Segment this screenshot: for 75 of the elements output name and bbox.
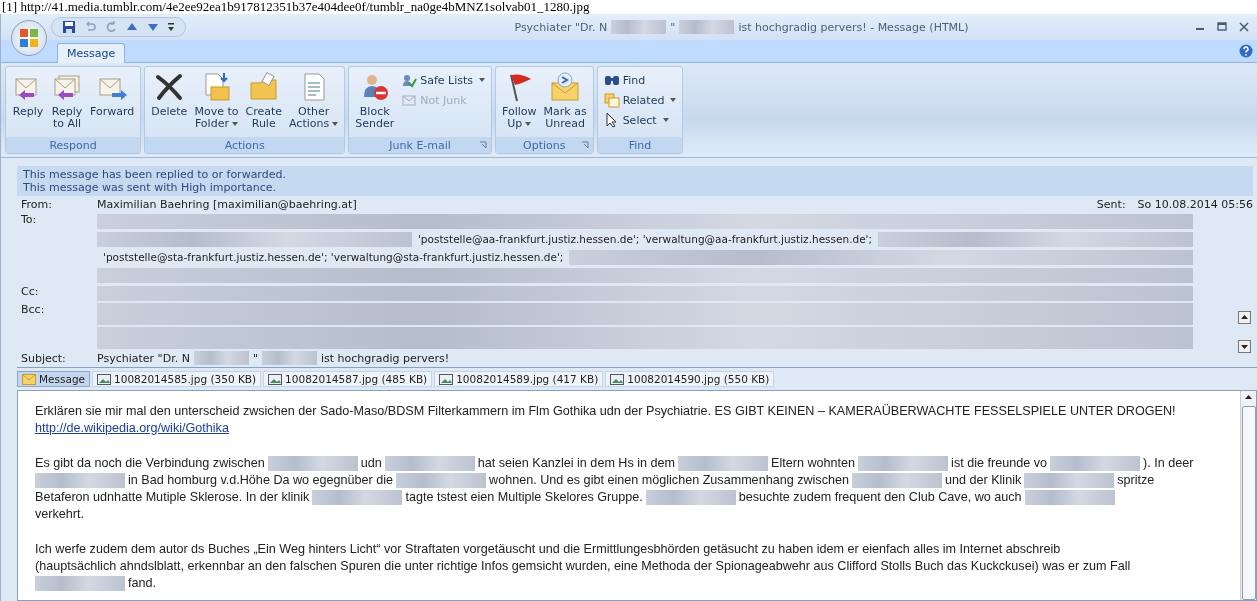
group-label: Actions — [224, 138, 265, 152]
group-label: Find — [628, 138, 652, 152]
body-text: hat seien Kanzlei in dem Hs in dem — [477, 455, 676, 472]
field-label: Sent: — [1096, 198, 1126, 211]
body-text: Es gibt da noch die Verbindung zwischen — [35, 455, 265, 472]
ribbon-button[interactable]: Move to Folder — [191, 69, 242, 135]
attachment-tab[interactable]: 10082014587.jpg (485 KB) — [263, 371, 433, 387]
body-text: ist die freunde vo — [951, 455, 1047, 472]
ribbon-button[interactable]: Find — [600, 71, 680, 89]
scrollbar[interactable] — [1240, 391, 1256, 600]
scroll-up-icon[interactable] — [1238, 311, 1251, 324]
field-label: Bcc: — [21, 303, 46, 316]
body-text: tagte tstest eien Multiple Skelores Gruppe. — [405, 489, 643, 506]
body-text: fand. — [128, 575, 156, 592]
body-text: spritze — [1117, 472, 1155, 489]
attachment-tab[interactable]: 10082014585.jpg (350 KB) — [92, 371, 262, 387]
ribbon-button[interactable]: Safe Lists — [398, 71, 489, 89]
ribbon-button[interactable]: Select — [600, 111, 680, 129]
image-file-icon — [610, 373, 625, 385]
field-label: Cc: — [21, 285, 40, 298]
field-label: Subject: — [21, 351, 67, 365]
body-text: Eltern wohnten — [771, 455, 856, 472]
ribbon-button[interactable]: Follow Up — [499, 69, 540, 135]
dialog-launcher-icon[interactable] — [479, 141, 488, 149]
help-icon[interactable] — [1239, 44, 1253, 58]
body-text: udn — [360, 455, 382, 472]
ribbon-button[interactable]: Block Sender — [352, 69, 398, 135]
body-text: ). In deer — [1143, 455, 1194, 472]
group-label: Options — [523, 138, 566, 152]
group-label: Respond — [49, 138, 97, 152]
field-label: From: — [21, 198, 53, 211]
body-text: und der Klinik — [944, 472, 1022, 489]
group-label: Junk E-mail — [389, 138, 451, 152]
body-text: Ich werfe zudem dem autor ds Buches „Ein Weg hinters Licht“ vor Straftaten vorgetäuscht und die Ermittlungesbhörden getäsucht zu haben idem er eienfach alles im Internet abschreib — [35, 541, 1061, 558]
sent-value: So 10.08.2014 05:56 — [1137, 198, 1253, 211]
body-text: Betaferon udnhatte Mutiple Sklerose. In der klinik — [35, 489, 310, 506]
attachment-tab[interactable]: 10082014590.jpg (550 KB) — [605, 371, 775, 387]
body-text: in Bad homburg v.d.Höhe Da wo egegnüber die — [128, 472, 394, 489]
maximize-icon[interactable] — [1217, 22, 1227, 32]
subject-value: Psychiater "Dr. N " ist hochgradig pervers! — [97, 351, 450, 365]
body-text: Erklären sie mir mal den unterscheid zwsichen der Sado-Maso/BDSM Filterkammern im Flm Gothika udn der Psychiatrie. ES GIBT KEINEN – KAMERAÜBERWACHTE FESSELSPIELE UNTER DROGEN! — [35, 403, 1176, 420]
recipient-address: 'poststelle@sta-frankfurt.justiz.hessen.de'; 'verwaltung@sta-frankfurt.justiz.hessen.de'; — [102, 251, 565, 263]
save-icon[interactable] — [62, 20, 76, 34]
image-file-icon — [97, 373, 112, 385]
dialog-launcher-icon[interactable] — [580, 141, 589, 149]
attachment-tab[interactable]: 10082014589.jpg (417 KB) — [434, 371, 604, 387]
link[interactable]: http://de.wikipedia.org/wiki/Gothika — [35, 420, 229, 437]
ribbon-tab[interactable]: Message — [57, 43, 126, 63]
body-text: besuchte zudem frequent den Club Cave, wo auch — [738, 489, 1022, 506]
logo — [18, 27, 40, 49]
body-text: verkehrt. — [35, 506, 84, 523]
from-value: Maximilian Baehring [maximilian@baehring.at] — [97, 198, 357, 211]
ribbon-button[interactable]: Mark as Unread — [540, 69, 590, 135]
window-title: Psychiater "Dr. N " ist hochgradig pervers! - Message (HTML) — [513, 20, 970, 34]
recipient-address: 'poststelle@aa-frankfurt.justiz.hessen.de'; 'verwaltung@aa-frankfurt.justiz.hessen.de'; — [417, 233, 874, 245]
ribbon-button[interactable]: Reply — [9, 69, 47, 135]
image-file-icon — [439, 373, 454, 385]
envelope-icon — [22, 373, 36, 385]
ribbon-button[interactable]: Related — [600, 91, 680, 109]
ribbon-button[interactable]: Forward — [87, 69, 138, 135]
info-bar: This message has been replied to or forwarded. This message was sent with High importance. — [17, 166, 1253, 196]
office-button[interactable] — [11, 20, 47, 56]
ribbon-button[interactable]: Create Rule — [242, 69, 285, 135]
body-text: (hauptsächlich ahndslblatt, erkennbar an den falschen Spuren die unter richtige Infos gemsicht wurden, eine Methoda der Spionageabwehr aus Clifford Stolls Buch das Kuckckusei) was er zum Fall — [35, 558, 1131, 575]
ribbon-button[interactable]: Other Actions — [286, 69, 342, 135]
body-text: wohnen. Und es gibt einen möglichen Zusammenhang zwischen — [489, 472, 849, 489]
source-url: [1] http://41.media.tumblr.com/4e2ee92ea1b917812351b37e404dee0f/tumblr_na0ge4bMNZ1solvab01_1280.jpg — [1, 0, 591, 14]
close-icon[interactable] — [1239, 22, 1249, 32]
scroll-down-icon[interactable] — [1238, 340, 1251, 353]
ribbon-button[interactable]: Reply to All — [48, 69, 86, 135]
image-file-icon — [268, 373, 283, 385]
customize-caret-icon[interactable] — [167, 22, 175, 32]
field-label: To: — [21, 213, 38, 226]
attachment-tab[interactable]: Message — [17, 371, 91, 387]
ribbon-button[interactable]: Delete — [148, 69, 191, 135]
